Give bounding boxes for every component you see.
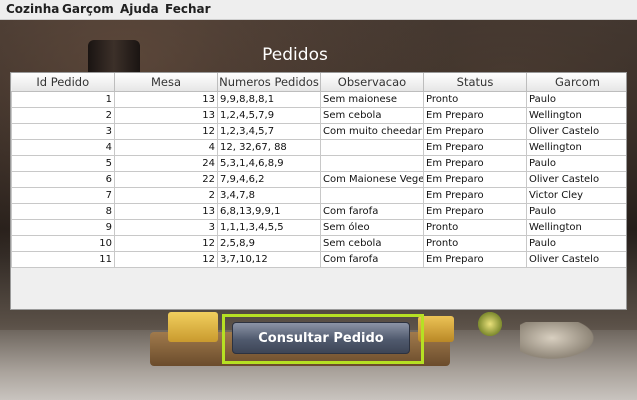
consultar-pedido-button[interactable]: Consultar Pedido: [232, 322, 410, 354]
orders-table-panel[interactable]: Id Pedido Mesa Numeros Pedidos Observaca…: [10, 72, 627, 310]
cell-status[interactable]: Pronto: [423, 235, 527, 252]
cell-id-pedido[interactable]: 11: [11, 251, 115, 268]
cell-observacao[interactable]: Sem cebola: [320, 107, 424, 124]
cell-id-pedido[interactable]: 6: [11, 171, 115, 188]
column-header-garcom[interactable]: Garcom: [526, 73, 626, 92]
cell-numeros-pedidos[interactable]: 7,9,4,6,2: [217, 171, 321, 188]
cell-observacao[interactable]: Sem cebola: [320, 235, 424, 252]
cell-mesa[interactable]: 13: [114, 203, 218, 220]
table-row[interactable]: 5 24 5,3,1,4,6,8,9 Em Preparo Paulo: [11, 155, 626, 172]
cell-numeros-pedidos[interactable]: 12, 32,67, 88: [217, 139, 321, 156]
cheese-image: [168, 312, 218, 342]
cell-id-pedido[interactable]: 9: [11, 219, 115, 236]
menu-ajuda[interactable]: Ajuda: [120, 2, 159, 16]
cell-observacao[interactable]: [320, 155, 424, 172]
cell-observacao[interactable]: Com farofa: [320, 203, 424, 220]
table-row[interactable]: 1 13 9,9,8,8,8,1 Sem maionese Pronto Pau…: [11, 91, 626, 108]
cell-status[interactable]: Em Preparo: [423, 187, 527, 204]
cell-mesa[interactable]: 3: [114, 219, 218, 236]
cell-garcom[interactable]: Victor Cley: [526, 187, 626, 204]
table-row[interactable]: 10 12 2,5,8,9 Sem cebola Pronto Paulo: [11, 235, 626, 252]
cell-observacao[interactable]: [320, 139, 424, 156]
cell-observacao[interactable]: Sem óleo: [320, 219, 424, 236]
cell-status[interactable]: Em Preparo: [423, 123, 527, 140]
cell-id-pedido[interactable]: 8: [11, 203, 115, 220]
cell-mesa[interactable]: 4: [114, 139, 218, 156]
cell-garcom[interactable]: Wellington: [526, 107, 626, 124]
menu-garcom[interactable]: Garçom: [62, 2, 114, 16]
cell-id-pedido[interactable]: 2: [11, 107, 115, 124]
cell-numeros-pedidos[interactable]: 6,8,13,9,9,1: [217, 203, 321, 220]
cell-id-pedido[interactable]: 7: [11, 187, 115, 204]
cell-observacao[interactable]: Com farofa: [320, 251, 424, 268]
column-header-mesa[interactable]: Mesa: [114, 73, 218, 92]
cell-mesa[interactable]: 13: [114, 91, 218, 108]
table-row[interactable]: 9 3 1,1,1,3,4,5,5 Sem óleo Pronto Wellin…: [11, 219, 626, 236]
cell-numeros-pedidos[interactable]: 3,7,10,12: [217, 251, 321, 268]
table-row[interactable]: 8 13 6,8,13,9,9,1 Com farofa Em Preparo …: [11, 203, 626, 220]
cell-numeros-pedidos[interactable]: 5,3,1,4,6,8,9: [217, 155, 321, 172]
cell-numeros-pedidos[interactable]: 9,9,8,8,8,1: [217, 91, 321, 108]
cell-id-pedido[interactable]: 10: [11, 235, 115, 252]
cell-numeros-pedidos[interactable]: 2,5,8,9: [217, 235, 321, 252]
cell-mesa[interactable]: 12: [114, 235, 218, 252]
cell-status[interactable]: Em Preparo: [423, 203, 527, 220]
cell-garcom[interactable]: Paulo: [526, 235, 626, 252]
cell-id-pedido[interactable]: 3: [11, 123, 115, 140]
cell-status[interactable]: Em Preparo: [423, 171, 527, 188]
cell-numeros-pedidos[interactable]: 3,4,7,8: [217, 187, 321, 204]
cell-status[interactable]: Em Preparo: [423, 107, 527, 124]
table-row[interactable]: 11 12 3,7,10,12 Com farofa Em Preparo Ol…: [11, 251, 626, 268]
cell-status[interactable]: Pronto: [423, 219, 527, 236]
cell-garcom[interactable]: Wellington: [526, 219, 626, 236]
column-header-id-pedido[interactable]: Id Pedido: [11, 73, 115, 92]
cell-status[interactable]: Em Preparo: [423, 139, 527, 156]
orders-table: Id Pedido Mesa Numeros Pedidos Observaca…: [11, 73, 626, 268]
cell-id-pedido[interactable]: 1: [11, 91, 115, 108]
cell-garcom[interactable]: Oliver Castelo: [526, 123, 626, 140]
cell-id-pedido[interactable]: 5: [11, 155, 115, 172]
cell-garcom[interactable]: Oliver Castelo: [526, 171, 626, 188]
table-row[interactable]: 6 22 7,9,4,6,2 Com Maionese Vegetal Em P…: [11, 171, 626, 188]
menu-bar: Cozinha Garçom Ajuda Fechar: [0, 0, 637, 20]
table-row[interactable]: 3 12 1,2,3,4,5,7 Com muito cheedar Em Pr…: [11, 123, 626, 140]
table-row[interactable]: 4 4 12, 32,67, 88 Em Preparo Wellington: [11, 139, 626, 156]
herb-image: [478, 312, 502, 336]
cell-mesa[interactable]: 13: [114, 107, 218, 124]
column-header-status[interactable]: Status: [423, 73, 527, 92]
cell-garcom[interactable]: Paulo: [526, 155, 626, 172]
column-header-numeros-pedidos[interactable]: Numeros Pedidos: [217, 73, 321, 92]
cell-numeros-pedidos[interactable]: 1,1,1,3,4,5,5: [217, 219, 321, 236]
table-row[interactable]: 7 2 3,4,7,8 Em Preparo Victor Cley: [11, 187, 626, 204]
cell-mesa[interactable]: 12: [114, 123, 218, 140]
cell-numeros-pedidos[interactable]: 1,2,3,4,5,7: [217, 123, 321, 140]
cell-status[interactable]: Em Preparo: [423, 155, 527, 172]
table-row[interactable]: 2 13 1,2,4,5,7,9 Sem cebola Em Preparo W…: [11, 107, 626, 124]
cell-garcom[interactable]: Paulo: [526, 203, 626, 220]
cell-garcom[interactable]: Oliver Castelo: [526, 251, 626, 268]
cell-status[interactable]: Em Preparo: [423, 251, 527, 268]
cell-garcom[interactable]: Wellington: [526, 139, 626, 156]
column-header-observacao[interactable]: Observacao: [320, 73, 424, 92]
cell-mesa[interactable]: 24: [114, 155, 218, 172]
cell-status[interactable]: Pronto: [423, 91, 527, 108]
cell-observacao[interactable]: Sem maionese: [320, 91, 424, 108]
cell-observacao[interactable]: Com muito cheedar: [320, 123, 424, 140]
cell-observacao[interactable]: [320, 187, 424, 204]
cell-mesa[interactable]: 2: [114, 187, 218, 204]
cell-garcom[interactable]: Paulo: [526, 91, 626, 108]
cell-observacao[interactable]: Com Maionese Vegetal: [320, 171, 424, 188]
jar-image: [520, 322, 600, 362]
cell-mesa[interactable]: 22: [114, 171, 218, 188]
table-header-row: Id Pedido Mesa Numeros Pedidos Observaca…: [11, 73, 626, 92]
menu-fechar[interactable]: Fechar: [165, 2, 211, 16]
cell-id-pedido[interactable]: 4: [11, 139, 115, 156]
menu-cozinha[interactable]: Cozinha: [6, 2, 59, 16]
cell-numeros-pedidos[interactable]: 1,2,4,5,7,9: [217, 107, 321, 124]
cell-mesa[interactable]: 12: [114, 251, 218, 268]
page-title: Pedidos: [262, 45, 328, 65]
